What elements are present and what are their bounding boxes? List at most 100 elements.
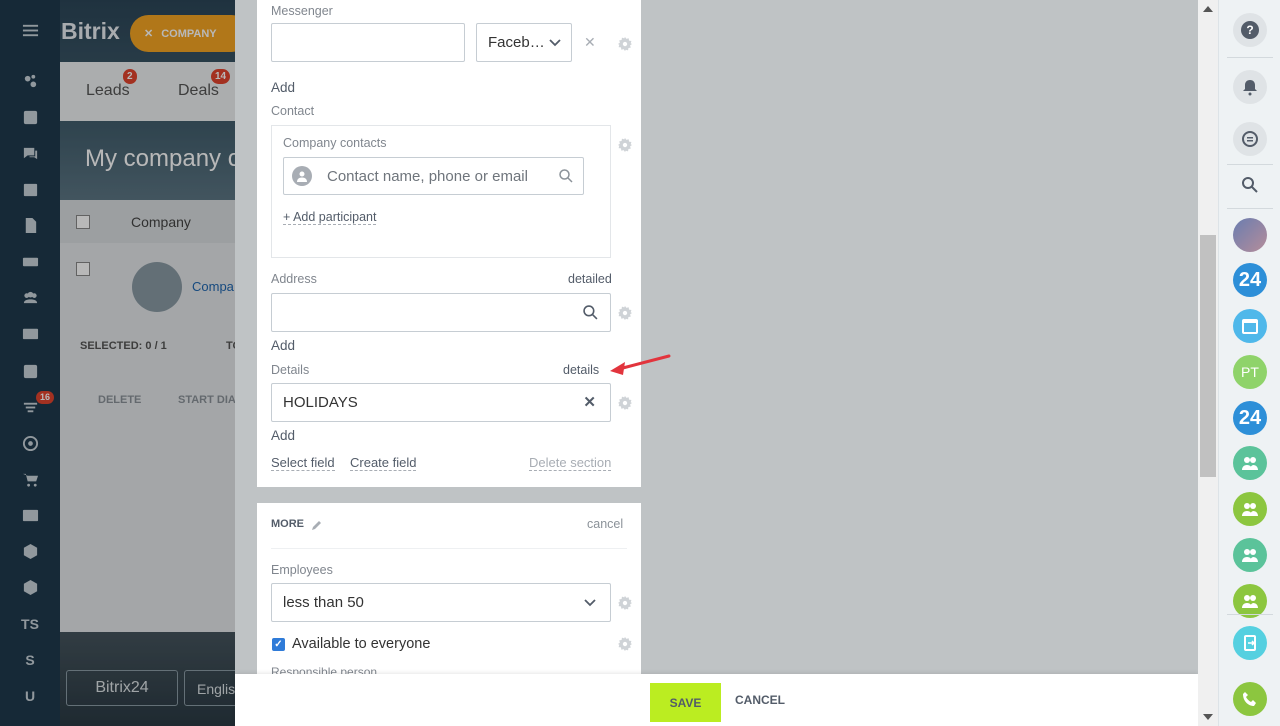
employees-select[interactable]: less than 50 [271, 583, 611, 622]
company-avatar [132, 262, 182, 312]
chevron-down-icon [549, 38, 561, 46]
group-chat-icon[interactable] [1233, 446, 1267, 480]
chat-icon[interactable] [0, 135, 60, 171]
help-icon[interactable]: ? [1233, 13, 1267, 47]
nav-item-u[interactable]: U [0, 678, 60, 714]
row-checkbox[interactable] [76, 262, 90, 276]
close-icon: ✕ [144, 28, 154, 40]
language-selector[interactable]: Englis [184, 670, 240, 706]
scroll-down-icon[interactable] [1203, 714, 1213, 720]
add-messenger-link[interactable]: Add [271, 80, 295, 95]
background-app: Bitrix ✕ COMPANY Leads 2 Deals 14 My com… [60, 0, 240, 726]
address-detailed-link[interactable]: detailed [568, 272, 612, 286]
pencil-icon[interactable] [311, 519, 323, 531]
bitrix24-chat-icon[interactable]: 24 [1233, 263, 1267, 297]
address-input[interactable] [271, 293, 611, 332]
grid-header: Company [60, 200, 240, 243]
drive-icon[interactable] [0, 243, 60, 279]
bitrix24-footer-logo[interactable]: Bitrix24 [66, 670, 178, 706]
contact-info-section: Messenger Faceb… ✕ Add Contact Company c… [257, 0, 641, 487]
save-button[interactable]: SAVE [650, 683, 721, 722]
mail-icon[interactable] [0, 315, 60, 351]
clear-icon[interactable]: ✕ [583, 393, 596, 411]
create-field-link[interactable]: Create field [350, 455, 417, 471]
selected-count: SELECTED: 0 / 1 [80, 340, 167, 352]
user-initials-avatar[interactable]: PT [1233, 355, 1267, 389]
calendar-icon[interactable] [0, 171, 60, 207]
contact-label: Contact [271, 104, 315, 118]
messenger-input[interactable] [271, 23, 465, 62]
search-icon[interactable] [583, 305, 598, 320]
group-chat-icon-4[interactable] [1233, 584, 1267, 618]
filter-icon[interactable]: 16 [0, 389, 60, 425]
select-all-checkbox[interactable] [76, 215, 90, 229]
tasks-icon[interactable] [0, 353, 60, 389]
more-cancel-link[interactable]: cancel [587, 517, 623, 531]
messages-icon[interactable] [1233, 122, 1267, 156]
scrollbar-thumb[interactable] [1200, 235, 1216, 477]
tab-deals[interactable]: Deals [178, 82, 219, 100]
cancel-button[interactable]: CANCEL [735, 693, 785, 707]
add-address-link[interactable]: Add [271, 338, 295, 353]
gear-icon[interactable] [618, 637, 632, 651]
scrollbar[interactable] [1198, 0, 1218, 726]
left-navigation: 16 TS S U [0, 0, 60, 726]
contact-card-icon[interactable] [0, 497, 60, 533]
group-chat-icon-2[interactable] [1233, 492, 1267, 526]
phone-icon[interactable] [1233, 682, 1267, 716]
target-icon[interactable] [0, 425, 60, 461]
company-chip[interactable]: ✕ COMPANY [130, 15, 240, 52]
groups-icon[interactable] [0, 279, 60, 315]
add-details-link[interactable]: Add [271, 428, 295, 443]
remove-icon[interactable]: ✕ [584, 34, 596, 51]
select-field-link[interactable]: Select field [271, 455, 335, 471]
more-section-title: MORE [271, 518, 304, 530]
avatar[interactable] [1233, 218, 1267, 252]
search-icon[interactable] [1233, 168, 1267, 202]
feed-icon[interactable] [0, 99, 60, 135]
gear-icon[interactable] [618, 37, 632, 51]
box-icon-2[interactable] [0, 569, 60, 605]
nav-item-ts[interactable]: TS [0, 606, 60, 642]
group-chat-icon-3[interactable] [1233, 538, 1267, 572]
nav-item-s[interactable]: S [0, 642, 60, 678]
messenger-label: Messenger [271, 4, 333, 18]
delete-button[interactable]: DELETE [98, 394, 141, 406]
contact-search-input[interactable]: Contact name, phone or email [283, 157, 584, 195]
crm-tabs: Leads 2 Deals 14 [60, 62, 240, 121]
grid-column-company[interactable]: Company [131, 214, 191, 230]
gear-icon[interactable] [618, 596, 632, 610]
page-title: My company c [85, 145, 240, 172]
calendar-icon[interactable] [1233, 309, 1267, 343]
tab-leads[interactable]: Leads [86, 82, 130, 100]
employees-label: Employees [271, 563, 333, 577]
divider [1227, 614, 1273, 615]
bitrix24-chat-icon-2[interactable]: 24 [1233, 401, 1267, 435]
details-link[interactable]: details [563, 363, 599, 377]
transfer-icon[interactable] [1233, 626, 1267, 660]
gear-icon[interactable] [618, 306, 632, 320]
document-icon[interactable] [0, 207, 60, 243]
divider [271, 548, 627, 549]
company-link[interactable]: Compa [192, 279, 234, 294]
chevron-down-icon [584, 598, 596, 606]
hamburger-icon[interactable] [0, 12, 60, 48]
gear-icon[interactable] [618, 396, 632, 410]
cart-icon[interactable] [0, 461, 60, 497]
bell-icon[interactable] [1233, 70, 1267, 104]
delete-section-link[interactable]: Delete section [529, 455, 612, 471]
leads-badge: 2 [123, 69, 137, 84]
add-participant-link[interactable]: + Add participant [283, 210, 377, 225]
contact-block: Company contacts Contact name, phone or … [271, 125, 611, 258]
crm-icon[interactable] [0, 63, 60, 99]
scroll-up-icon[interactable] [1203, 6, 1213, 12]
available-label: Available to everyone [292, 636, 431, 652]
messenger-type-select[interactable]: Faceb… [476, 23, 572, 62]
search-icon [559, 169, 573, 183]
start-dialog-button[interactable]: START DIA [178, 394, 236, 406]
box-icon[interactable] [0, 533, 60, 569]
available-checkbox[interactable]: ✓ [272, 638, 285, 651]
divider [1227, 164, 1273, 165]
gear-icon[interactable] [618, 138, 632, 152]
details-input[interactable]: HOLIDAYS ✕ [271, 383, 611, 422]
